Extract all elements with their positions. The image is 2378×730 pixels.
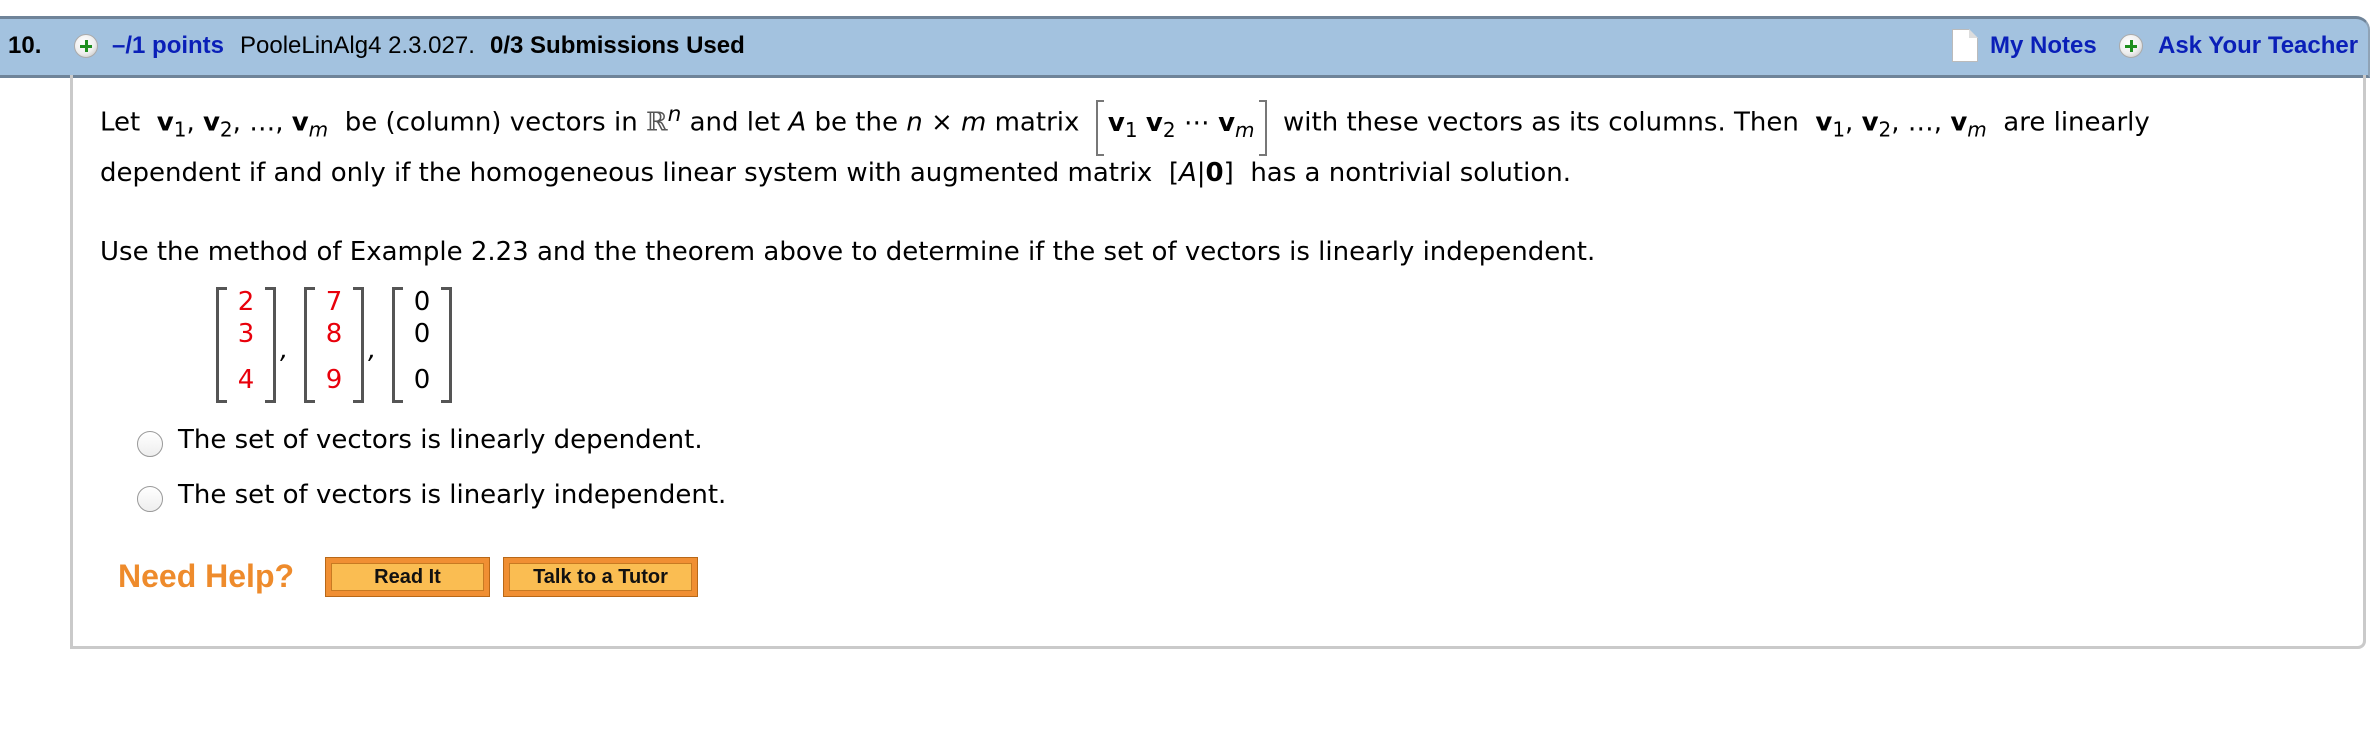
var-m: m xyxy=(961,107,987,138)
text: be (column) vectors in xyxy=(344,107,638,138)
vector-vm: v xyxy=(1950,107,1968,138)
column-matrix: v1 v2 ⋯ vm xyxy=(1095,99,1267,156)
subscript: 2 xyxy=(219,117,233,142)
vector-v1: v xyxy=(1107,107,1125,138)
text: and let xyxy=(689,107,781,138)
submissions-used: 0/3 Submissions Used xyxy=(490,32,745,59)
var-n: n xyxy=(906,107,923,138)
subscript: m xyxy=(1235,117,1255,142)
instruction-text: Use the method of Example 2.23 and the t… xyxy=(100,237,1596,267)
read-it-label: Read It xyxy=(331,563,484,591)
option-independent-radio[interactable] xyxy=(137,486,163,512)
theorem-line-2: dependent if and only if the homogeneous… xyxy=(100,158,1571,188)
ellipsis: ⋯ xyxy=(1183,107,1210,138)
subscript: m xyxy=(308,117,329,142)
ask-your-teacher-link[interactable]: Ask Your Teacher xyxy=(2158,32,2358,60)
matrix-a: A xyxy=(788,107,807,138)
vector-entry: 2 xyxy=(237,287,255,317)
vector-entry: 4 xyxy=(237,365,255,395)
text: are linearly xyxy=(2003,107,2150,138)
theorem-line-1: Let v1, v2, …, vm be (column) vectors in… xyxy=(100,99,2150,156)
column-vector: 000 xyxy=(392,287,452,403)
vector-entry: 9 xyxy=(325,365,343,395)
vector-vm: v xyxy=(1218,107,1236,138)
times-symbol: × xyxy=(930,107,953,138)
text: dependent if and only if the homogeneous… xyxy=(100,158,1153,188)
text: with these vectors as its columns. Then xyxy=(1283,107,1799,138)
real-numbers-symbol: ℝ xyxy=(645,107,668,138)
question-header: 10. –/1 points PooleLinAlg4 2.3.027. 0/3… xyxy=(0,16,2370,78)
plus-circle-icon[interactable] xyxy=(74,34,98,58)
ellipsis: … xyxy=(1907,107,1934,138)
subscript: 1 xyxy=(1124,117,1138,142)
option-dependent-radio[interactable] xyxy=(137,431,163,457)
text: matrix xyxy=(994,107,1080,138)
subscript: m xyxy=(1967,117,1987,142)
vector-v2: v xyxy=(202,107,220,138)
vector-v1: v xyxy=(1815,107,1833,138)
text: Let xyxy=(100,107,141,138)
column-vector: 78 9 xyxy=(304,287,364,403)
need-help-label: Need Help? xyxy=(118,558,295,594)
subscript: 1 xyxy=(173,117,187,142)
vector-v1: v xyxy=(156,107,174,138)
vector-entry: 0 xyxy=(413,365,431,395)
vector-entry: 0 xyxy=(413,319,431,349)
option-dependent-label[interactable]: The set of vectors is linearly dependent… xyxy=(178,425,703,455)
vector-separator: , xyxy=(280,335,289,365)
vector-entry: 3 xyxy=(237,319,255,349)
question-number: 10. xyxy=(8,32,42,59)
my-notes-link[interactable]: My Notes xyxy=(1990,32,2097,60)
vector-entry: 8 xyxy=(325,319,343,349)
plus-circle-icon[interactable] xyxy=(2119,34,2143,58)
text: has a nontrivial solution. xyxy=(1250,158,1571,188)
option-independent-label[interactable]: The set of vectors is linearly independe… xyxy=(178,480,726,510)
vector-vm: v xyxy=(291,107,309,138)
text: be the xyxy=(814,107,898,138)
talk-to-tutor-label: Talk to a Tutor xyxy=(509,563,692,591)
question-reference: PooleLinAlg4 2.3.027. xyxy=(240,32,475,59)
subscript: 2 xyxy=(1162,117,1176,142)
vector-separator: , xyxy=(368,335,377,365)
talk-to-tutor-button[interactable]: Talk to a Tutor xyxy=(503,557,698,597)
subscript: 1 xyxy=(1832,117,1846,142)
ellipsis: … xyxy=(249,107,276,138)
points-link[interactable]: –/1 points xyxy=(112,32,224,60)
vector-v2: v xyxy=(1861,107,1879,138)
augmented-matrix: [A|0] xyxy=(1168,158,1234,188)
subscript: 2 xyxy=(1878,117,1892,142)
read-it-button[interactable]: Read It xyxy=(325,557,490,597)
superscript: n xyxy=(667,102,682,127)
note-page-icon[interactable] xyxy=(1952,29,1978,62)
column-vector: 23 4 xyxy=(216,287,276,403)
vector-entry: 7 xyxy=(325,287,343,317)
vector-v2: v xyxy=(1145,107,1163,138)
vector-entry: 0 xyxy=(413,287,431,317)
